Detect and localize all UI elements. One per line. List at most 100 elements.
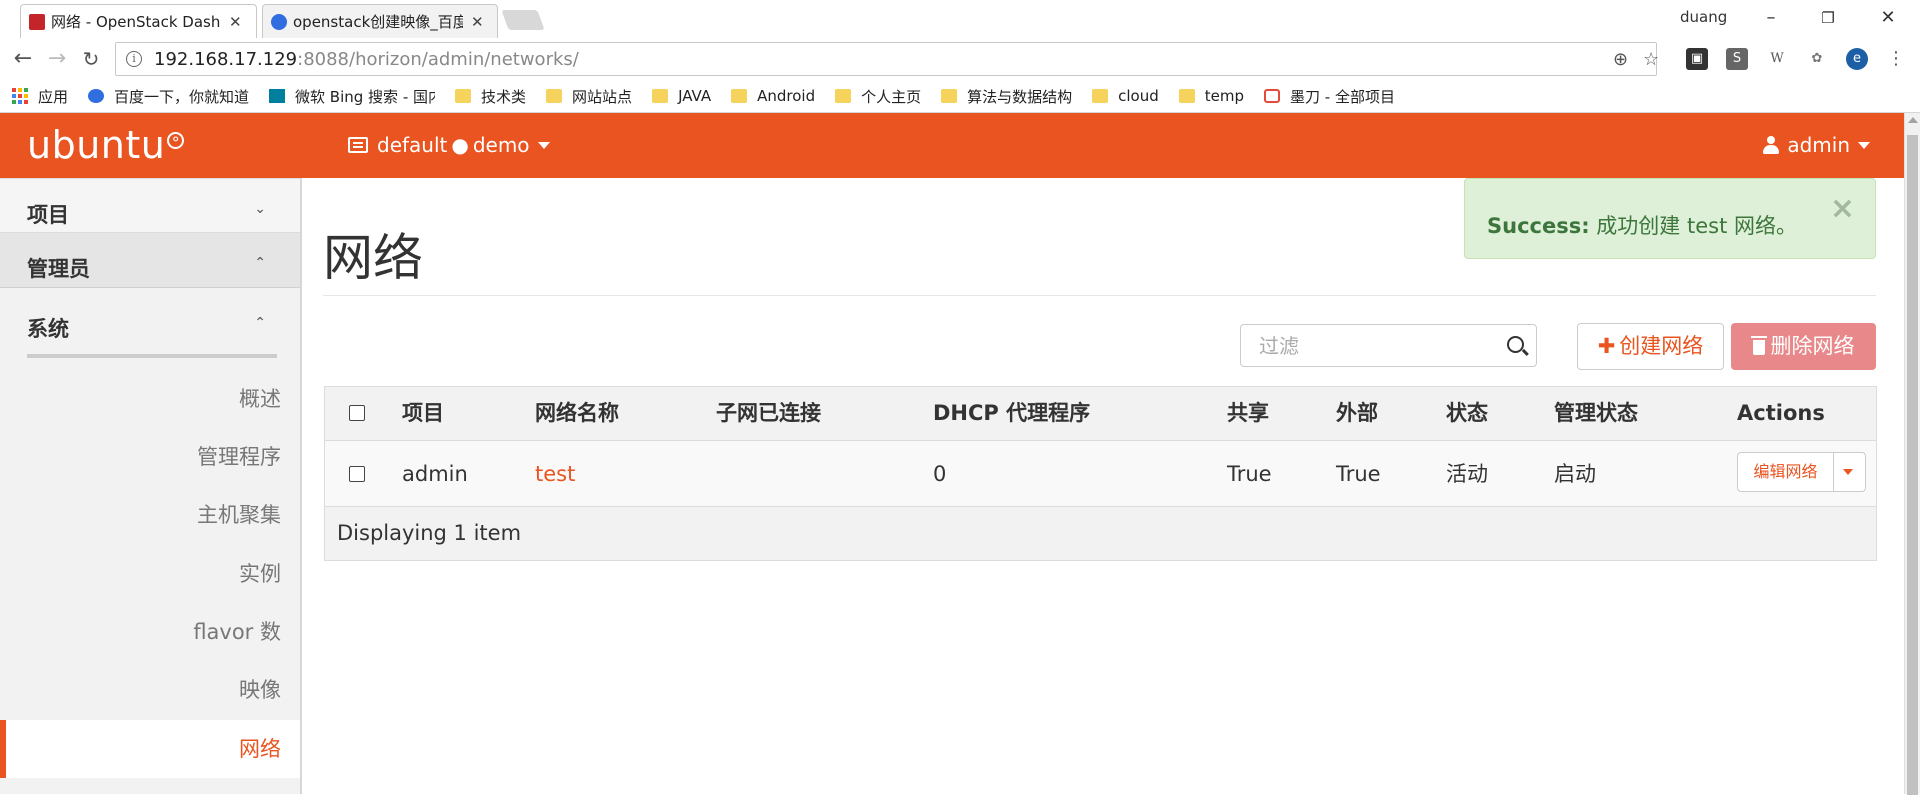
sidebar-item-instances[interactable]: 实例 [0,558,300,598]
url-bar[interactable]: i 192.168.17.129:8088/horizon/admin/netw… [115,42,1659,76]
create-network-button[interactable]: ✚ 创建网络 [1577,323,1724,370]
sidebar-item-overview[interactable]: 概述 [0,383,300,423]
bookmark-label: 百度一下，你就知道 [114,87,250,106]
bookmark-folder-java[interactable]: JAVA [652,87,711,105]
filter-input[interactable] [1257,332,1497,359]
user-menu[interactable]: admin [1763,133,1870,157]
bookmark-folder-sites[interactable]: 网站站点 [546,86,632,107]
column-header-subnets[interactable]: 子网已连接 [716,387,821,439]
bookmark-apps[interactable]: 应用 [12,86,68,107]
close-window-icon[interactable]: ✕ [1870,5,1906,31]
folder-icon [835,89,852,103]
column-header-project[interactable]: 项目 [402,387,444,439]
sidebar-item-host-aggregates[interactable]: 主机聚集 [0,499,300,539]
section-label: 系统 [27,317,69,341]
cell-project: admin [402,462,468,486]
folder-icon [652,89,669,103]
title-divider [323,295,1876,296]
select-all-checkbox[interactable] [349,405,365,421]
bookmark-label: 算法与数据结构 [967,87,1073,106]
bookmark-bing[interactable]: 微软 Bing 搜索 - 国内 [269,86,435,107]
bookmark-folder-algorithms[interactable]: 算法与数据结构 [941,86,1072,107]
bing-icon [269,89,286,103]
table-header: 项目 网络名称 子网已连接 DHCP 代理程序 共享 外部 状态 管理状态 Ac… [325,387,1876,441]
column-header-external[interactable]: 外部 [1336,387,1378,439]
baidu-paw-icon [88,89,105,103]
alert-close-icon[interactable]: × [1830,191,1855,226]
delete-networks-button[interactable]: 删除网络 [1731,323,1876,370]
column-header-network-name[interactable]: 网络名称 [535,387,619,439]
row-checkbox[interactable] [349,466,365,482]
edit-network-button[interactable]: 编辑网络 [1738,453,1834,491]
bookmark-folder-homepage[interactable]: 个人主页 [835,86,921,107]
reload-icon[interactable]: ↻ [78,46,104,72]
circle-of-friends-icon: ⚬ [167,132,185,150]
project-switcher[interactable]: default ● demo [348,133,550,157]
browser-tab-inactive[interactable]: openstack创建映像_百度 ✕ [262,4,498,38]
project-list-icon [348,137,368,153]
column-header-dhcp-agents[interactable]: DHCP 代理程序 [933,387,1090,439]
logo-text: ubuntu [27,123,166,167]
restore-icon[interactable]: ❐ [1810,5,1846,31]
success-alert: Success: 成功创建 test 网络。 × [1464,178,1876,259]
baidu-favicon-icon [271,14,287,30]
ubuntu-logo[interactable]: ubuntu ⚬ [27,123,185,167]
bookmark-folder-android[interactable]: Android [731,87,815,105]
bookmark-baidu[interactable]: 百度一下，你就知道 [88,86,249,107]
page-scrollbar[interactable] [1904,113,1920,795]
site-info-icon[interactable]: i [126,51,142,67]
bookmark-star-icon[interactable]: ☆ [1643,49,1659,70]
minimize-icon[interactable]: – [1753,5,1789,31]
bookmark-label: 个人主页 [861,87,922,106]
sidebar-item-images[interactable]: 映像 [0,674,300,714]
sidebar: 项目 ⌄ 管理员 ⌃ 系统 ⌃ 概述 管理程序 主机聚集 实例 flavor 数… [0,178,302,794]
sidebar-section-admin[interactable]: 管理员 ⌃ [0,233,300,288]
tab-close-icon[interactable]: ✕ [229,13,242,31]
browser-tab-active[interactable]: 网络 - OpenStack Dashb ✕ [20,4,257,38]
bookmark-label: 网站站点 [572,87,633,106]
caret-down-icon [537,141,550,149]
scroll-up-icon[interactable] [1908,117,1918,123]
sidebar-section-system[interactable]: 系统 ⌃ [0,293,300,348]
alert-strong: Success: [1487,214,1590,238]
back-icon[interactable]: ← [10,46,36,72]
address-toolbar: ← → ↻ i 192.168.17.129:8088/horizon/admi… [0,38,1920,80]
extension-1-icon[interactable]: ▣ [1686,48,1708,70]
extension-2-icon[interactable]: S [1726,48,1748,70]
chevron-down-icon: ⌄ [254,201,266,217]
extension-5-icon[interactable]: e [1846,48,1868,70]
folder-icon [546,89,563,103]
chevron-up-icon: ⌃ [254,315,266,331]
bookmark-label: temp [1204,87,1244,105]
tab-close-icon[interactable]: ✕ [471,13,484,31]
alert-message: 成功创建 test 网络。 [1589,214,1797,238]
column-header-admin-state[interactable]: 管理状态 [1554,387,1638,439]
column-header-shared[interactable]: 共享 [1227,387,1269,439]
caret-down-icon [1858,141,1870,149]
extension-4-icon[interactable]: ✿ [1806,48,1828,70]
scroll-thumb[interactable] [1907,135,1918,795]
bookmark-folder-cloud[interactable]: cloud [1092,87,1159,105]
chrome-menu-icon[interactable]: ⋮ [1885,48,1907,70]
sidebar-item-flavors[interactable]: flavor 数 [0,616,300,656]
sidebar-item-hypervisors[interactable]: 管理程序 [0,441,300,481]
sidebar-item-networks[interactable]: 网络 [0,720,300,778]
bookmark-folder-tech[interactable]: 技术类 [455,86,526,107]
search-icon[interactable] [1507,336,1524,353]
project-name: demo [472,133,530,157]
cell-status: 活动 [1446,462,1488,486]
filter-field[interactable] [1240,324,1537,367]
browser-tab-bar: 网络 - OpenStack Dashb ✕ openstack创建映像_百度 … [0,0,1920,38]
actions-dropdown-icon[interactable] [1843,469,1853,475]
sidebar-section-project[interactable]: 项目 ⌄ [0,178,300,233]
openstack-favicon-icon [29,14,45,30]
new-tab-button[interactable] [501,10,545,30]
network-name-link[interactable]: test [535,441,575,507]
zoom-icon[interactable]: ⊕ [1613,49,1628,70]
profile-name[interactable]: duang [1680,8,1727,26]
bookmark-modao[interactable]: 墨刀 - 全部项目 [1264,86,1395,107]
forward-icon[interactable]: → [44,46,70,72]
column-header-status[interactable]: 状态 [1446,387,1488,439]
extension-3-icon[interactable]: W [1766,48,1788,70]
bookmark-folder-temp[interactable]: temp [1178,87,1244,105]
